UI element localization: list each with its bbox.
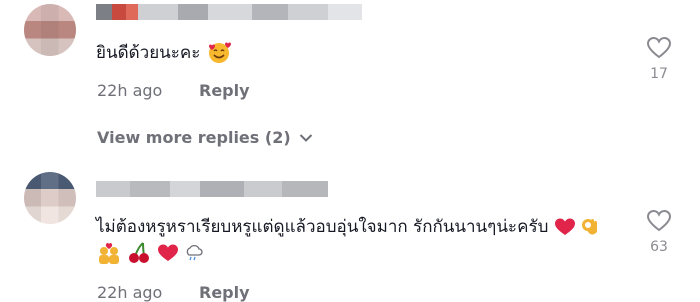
username-blurred[interactable] — [96, 181, 328, 197]
cherries-icon — [129, 242, 150, 263]
reply-button[interactable]: Reply — [199, 283, 250, 302]
cloud-rain-icon — [186, 244, 203, 261]
view-more-replies-button[interactable]: View more replies (2) — [97, 128, 313, 147]
view-more-label: View more replies (2) — [97, 128, 291, 147]
heart-outline-icon — [646, 36, 672, 59]
ok-hand-icon — [582, 219, 598, 235]
comment-text: ยินดีด้วยนะคะ — [96, 40, 232, 66]
couple-with-heart-icon — [99, 242, 119, 264]
reply-button[interactable]: Reply — [199, 81, 250, 100]
smiling-face-with-hearts-icon — [208, 42, 231, 63]
like-button[interactable]: 17 — [639, 36, 679, 82]
like-button[interactable]: 63 — [639, 209, 679, 255]
comment-timestamp: 22h ago — [97, 283, 163, 302]
like-count: 17 — [650, 66, 668, 82]
like-count: 63 — [650, 239, 668, 255]
heart-outline-icon — [646, 209, 672, 232]
comment-body: ไม่ต้องหรูหราเรียบหรูแต่ดูแล้วอบอุ่นใจมา… — [96, 217, 549, 237]
red-heart-icon — [554, 218, 575, 235]
avatar[interactable] — [24, 4, 76, 56]
comment-text: ไม่ต้องหรูหราเรียบหรูแต่ดูแล้วอบอุ่นใจมา… — [96, 214, 616, 266]
chevron-down-icon — [299, 133, 312, 142]
comment-timestamp: 22h ago — [97, 81, 163, 100]
comment-body: ยินดีด้วยนะคะ — [96, 43, 201, 63]
username-blurred[interactable] — [96, 4, 362, 20]
red-heart-icon — [157, 244, 178, 261]
avatar[interactable] — [24, 172, 76, 224]
